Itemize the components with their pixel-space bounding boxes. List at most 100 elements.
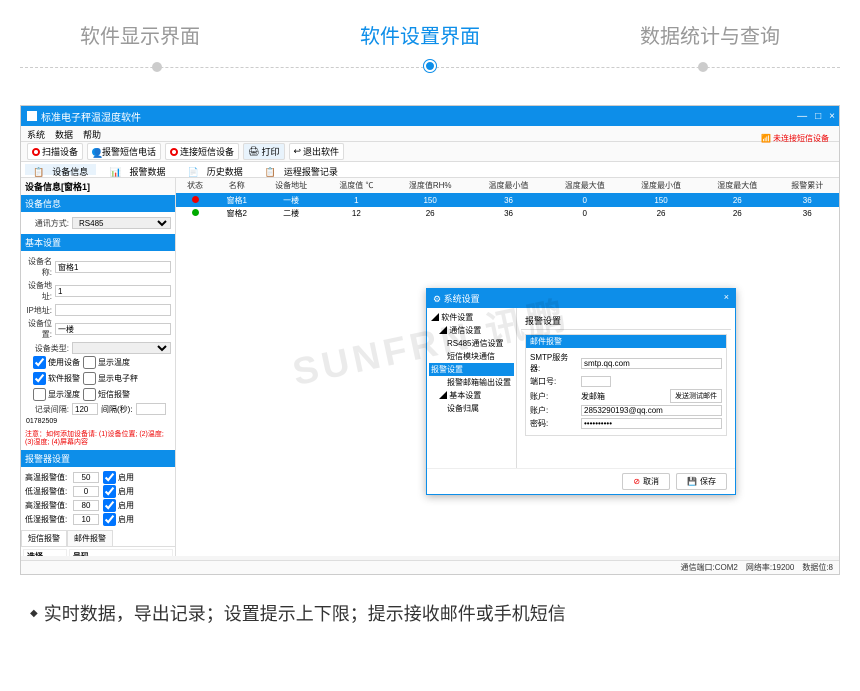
top-tabs: 软件显示界面 软件设置界面 数据统计与查询 xyxy=(0,0,860,59)
device-addr-input[interactable] xyxy=(55,285,171,297)
port-input[interactable] xyxy=(581,376,611,387)
tree-software[interactable]: ◢ 软件设置 xyxy=(429,311,514,324)
app-icon xyxy=(27,111,37,121)
chk-show-humid[interactable]: 显示湿度 xyxy=(33,388,80,401)
tab-stats[interactable]: 数据统计与查询 xyxy=(640,20,780,49)
menubar: 系统 数据 帮助 xyxy=(21,126,839,142)
device-type-select[interactable] xyxy=(72,342,171,354)
subtab-remote-alarm[interactable]: 📋运程报警记录 xyxy=(257,164,346,175)
print-button[interactable]: 🖨打印 xyxy=(243,143,284,160)
connect-sms-button[interactable]: 连接短信设备 xyxy=(165,143,239,160)
subtab-alarm-data[interactable]: 📊报警数据 xyxy=(102,164,173,175)
app-window: 标准电子秤温湿度软件 — □ × 系统 数据 帮助 扫描设备 👤报警短信电话 连… xyxy=(20,105,840,575)
menu-help[interactable]: 帮助 xyxy=(83,128,101,139)
toolbar: 扫描设备 👤报警短信电话 连接短信设备 🖨打印 ↩退出软件 xyxy=(21,142,839,162)
chk-sms-alarm[interactable]: 短信报警 xyxy=(83,388,130,401)
smtp-input[interactable] xyxy=(581,358,722,369)
hi-temp-enable[interactable]: 启用 xyxy=(103,471,134,484)
device-data-table: 状态名称设备地址温度值 ℃湿度值RH%温度最小值温度最大值湿度最小值湿度最大值报… xyxy=(176,178,839,220)
exit-icon: ↩ xyxy=(294,146,302,157)
lo-temp-enable[interactable]: 启用 xyxy=(103,485,134,498)
alarm-sms-button[interactable]: 👤报警短信电话 xyxy=(87,143,161,160)
hi-humid-input[interactable] xyxy=(73,500,99,511)
no-connection-label: 📶未连接短信设备 xyxy=(761,133,829,144)
statusbar: 通信端口:COM2 网络率:19200 数据位:8 xyxy=(21,560,839,574)
sms-alarm-tab[interactable]: 短信报警 xyxy=(21,530,67,546)
window-title: 标准电子秤温湿度软件 xyxy=(41,109,141,124)
tree-device-map[interactable]: 设备归属 xyxy=(429,402,514,415)
table-row[interactable]: 窗格1一楼11503601502636 xyxy=(176,194,839,208)
dialog-titlebar: ⚙ 系统设置 × xyxy=(427,289,735,308)
dot-3 xyxy=(698,62,708,72)
tree-comm[interactable]: ◢ 通信设置 xyxy=(429,324,514,337)
subtab-history[interactable]: 📄历史数据 xyxy=(179,164,250,175)
cancel-button[interactable]: ⊘取消 xyxy=(622,473,670,490)
email-settings-box: 邮件报警 SMTP服务器: 端口号: 账户:发邮箱发送测试邮件 账户: 密码: xyxy=(525,334,727,436)
scan-device-button[interactable]: 扫描设备 xyxy=(27,143,83,160)
subtab-device-info[interactable]: 📋设备信息 xyxy=(25,164,96,175)
tab-display[interactable]: 软件显示界面 xyxy=(80,20,200,49)
save-icon: 💾 xyxy=(687,477,697,486)
email-header: 邮件报警 xyxy=(526,335,726,348)
chk-sw-alarm[interactable]: 软件报警 xyxy=(33,372,80,385)
hi-humid-enable[interactable]: 启用 xyxy=(103,499,134,512)
lo-humid-input[interactable] xyxy=(73,514,99,525)
interval-sec-input[interactable] xyxy=(136,403,166,415)
close-icon[interactable]: × xyxy=(829,111,835,122)
dialog-panel-title: 报警设置 xyxy=(521,312,731,330)
ip-addr-input[interactable] xyxy=(55,304,171,316)
account-input[interactable] xyxy=(581,405,722,416)
minimize-icon[interactable]: — xyxy=(797,111,807,122)
dialog-close-icon[interactable]: × xyxy=(724,292,729,305)
email-alarm-tab[interactable]: 邮件报警 xyxy=(67,530,113,546)
comm-mode-label: 通讯方式: xyxy=(25,218,69,229)
hi-temp-input[interactable] xyxy=(73,472,99,483)
cancel-icon: ⊘ xyxy=(633,477,640,486)
dot-2 xyxy=(426,62,434,70)
device-name-input[interactable] xyxy=(55,261,171,273)
maximize-icon[interactable]: □ xyxy=(815,111,821,122)
dot-1 xyxy=(152,62,162,72)
status-dot-red xyxy=(192,196,199,203)
menu-data[interactable]: 数据 xyxy=(55,128,73,139)
content-area: 📶未连接短信设备 状态名称设备地址温度值 ℃湿度值RH%温度最小值温度最大值湿度… xyxy=(176,178,839,556)
exit-button[interactable]: ↩退出软件 xyxy=(289,143,345,160)
table-row[interactable]: 窗格2二楼1226360262636 xyxy=(176,207,839,220)
device-pos-input[interactable] xyxy=(55,323,171,335)
record-interval-input[interactable] xyxy=(72,403,98,415)
signal-icon: 📶 xyxy=(761,134,771,143)
chk-use-device[interactable]: 使用设备 xyxy=(33,356,80,369)
sms-table: 选择号码 18827505165 18827506125 18827506129 xyxy=(21,547,175,556)
comm-mode-select[interactable]: RS485 xyxy=(72,217,171,229)
test-email-button[interactable]: 发送测试邮件 xyxy=(670,389,722,403)
status-port: 通信端口:COM2 xyxy=(681,562,738,573)
tree-alarm-settings[interactable]: 报警设置 xyxy=(429,363,514,376)
caption-text: 实时数据，导出记录；设置提示上下限；提示接收邮件或手机短信 xyxy=(30,600,830,626)
status-baud: 网络率:19200 xyxy=(746,562,794,573)
section-device-info: 设备信息 xyxy=(21,195,175,212)
lo-temp-input[interactable] xyxy=(73,486,99,497)
tree-rs485[interactable]: RS485通信设置 xyxy=(429,337,514,350)
lo-humid-enable[interactable]: 启用 xyxy=(103,513,134,526)
warning-text: 注意：如何添加设备请: (1)设备位置; (2)温度; (3)湿度; (4)屏幕… xyxy=(21,429,175,450)
device-list-title: 设备信息[窗格1] xyxy=(21,178,175,195)
print-icon: 🖨 xyxy=(248,146,259,157)
gear-icon: ⚙ xyxy=(433,294,441,304)
section-alarm: 报警器设置 xyxy=(21,450,175,467)
tree-sms-module[interactable]: 短信模块通信 xyxy=(429,350,514,363)
subtabs: 📋设备信息 📊报警数据 📄历史数据 📋运程报警记录 xyxy=(21,162,839,178)
settings-dialog: ⚙ 系统设置 × ◢ 软件设置 ◢ 通信设置 RS485通信设置 短信模块通信 … xyxy=(426,288,736,495)
settings-tree: ◢ 软件设置 ◢ 通信设置 RS485通信设置 短信模块通信 报警设置 报警邮箱… xyxy=(427,308,517,468)
chk-show-scale[interactable]: 显示电子秤 xyxy=(83,372,138,385)
tree-basic[interactable]: ◢ 基本设置 xyxy=(429,389,514,402)
chk-show-temp[interactable]: 显示温度 xyxy=(83,356,130,369)
password-input[interactable] xyxy=(581,418,722,429)
tab-settings[interactable]: 软件设置界面 xyxy=(360,20,480,49)
titlebar: 标准电子秤温湿度软件 — □ × xyxy=(21,106,839,126)
section-basic: 基本设置 xyxy=(21,234,175,251)
menu-system[interactable]: 系统 xyxy=(27,128,45,139)
tab-indicator-line xyxy=(20,67,840,87)
status-bits: 数据位:8 xyxy=(802,562,833,573)
tree-alarm-email[interactable]: 报警邮箱输出设置 xyxy=(429,376,514,389)
save-button[interactable]: 💾保存 xyxy=(676,473,727,490)
